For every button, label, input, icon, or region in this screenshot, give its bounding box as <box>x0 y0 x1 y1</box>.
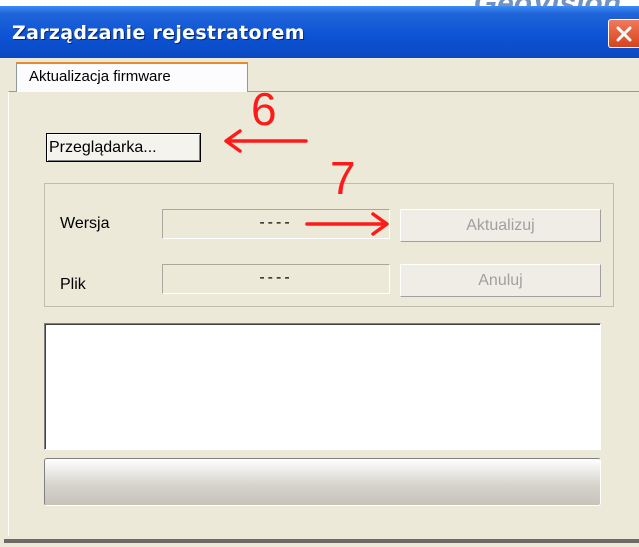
close-icon <box>616 26 632 42</box>
window-bottom-border <box>4 539 639 543</box>
client-area: Aktualizacja firmware Przeglądarka... We… <box>4 58 639 543</box>
log-output <box>44 323 601 450</box>
annotation-number-7: 7 <box>330 152 356 204</box>
tab-firmware-update[interactable]: Aktualizacja firmware <box>16 62 248 92</box>
close-button[interactable] <box>608 19 639 48</box>
update-button[interactable]: Aktualizuj <box>400 209 601 242</box>
file-field: ---- <box>162 264 390 294</box>
browse-button[interactable]: Przeglądarka... <box>46 133 201 162</box>
arrow-right-icon <box>305 212 389 236</box>
dialog-window: Zarządzanie rejestratorem Aktualizacja f… <box>0 6 639 547</box>
version-label: Wersja <box>60 215 110 232</box>
cancel-button[interactable]: Anuluj <box>400 264 601 297</box>
file-label: Plik <box>60 276 86 293</box>
arrow-left-icon <box>224 129 308 153</box>
window-title: Zarządzanie rejestratorem <box>12 22 305 44</box>
progress-bar <box>44 458 601 506</box>
annotation-number-6: 6 <box>251 83 277 135</box>
title-bar[interactable]: Zarządzanie rejestratorem <box>0 6 639 58</box>
